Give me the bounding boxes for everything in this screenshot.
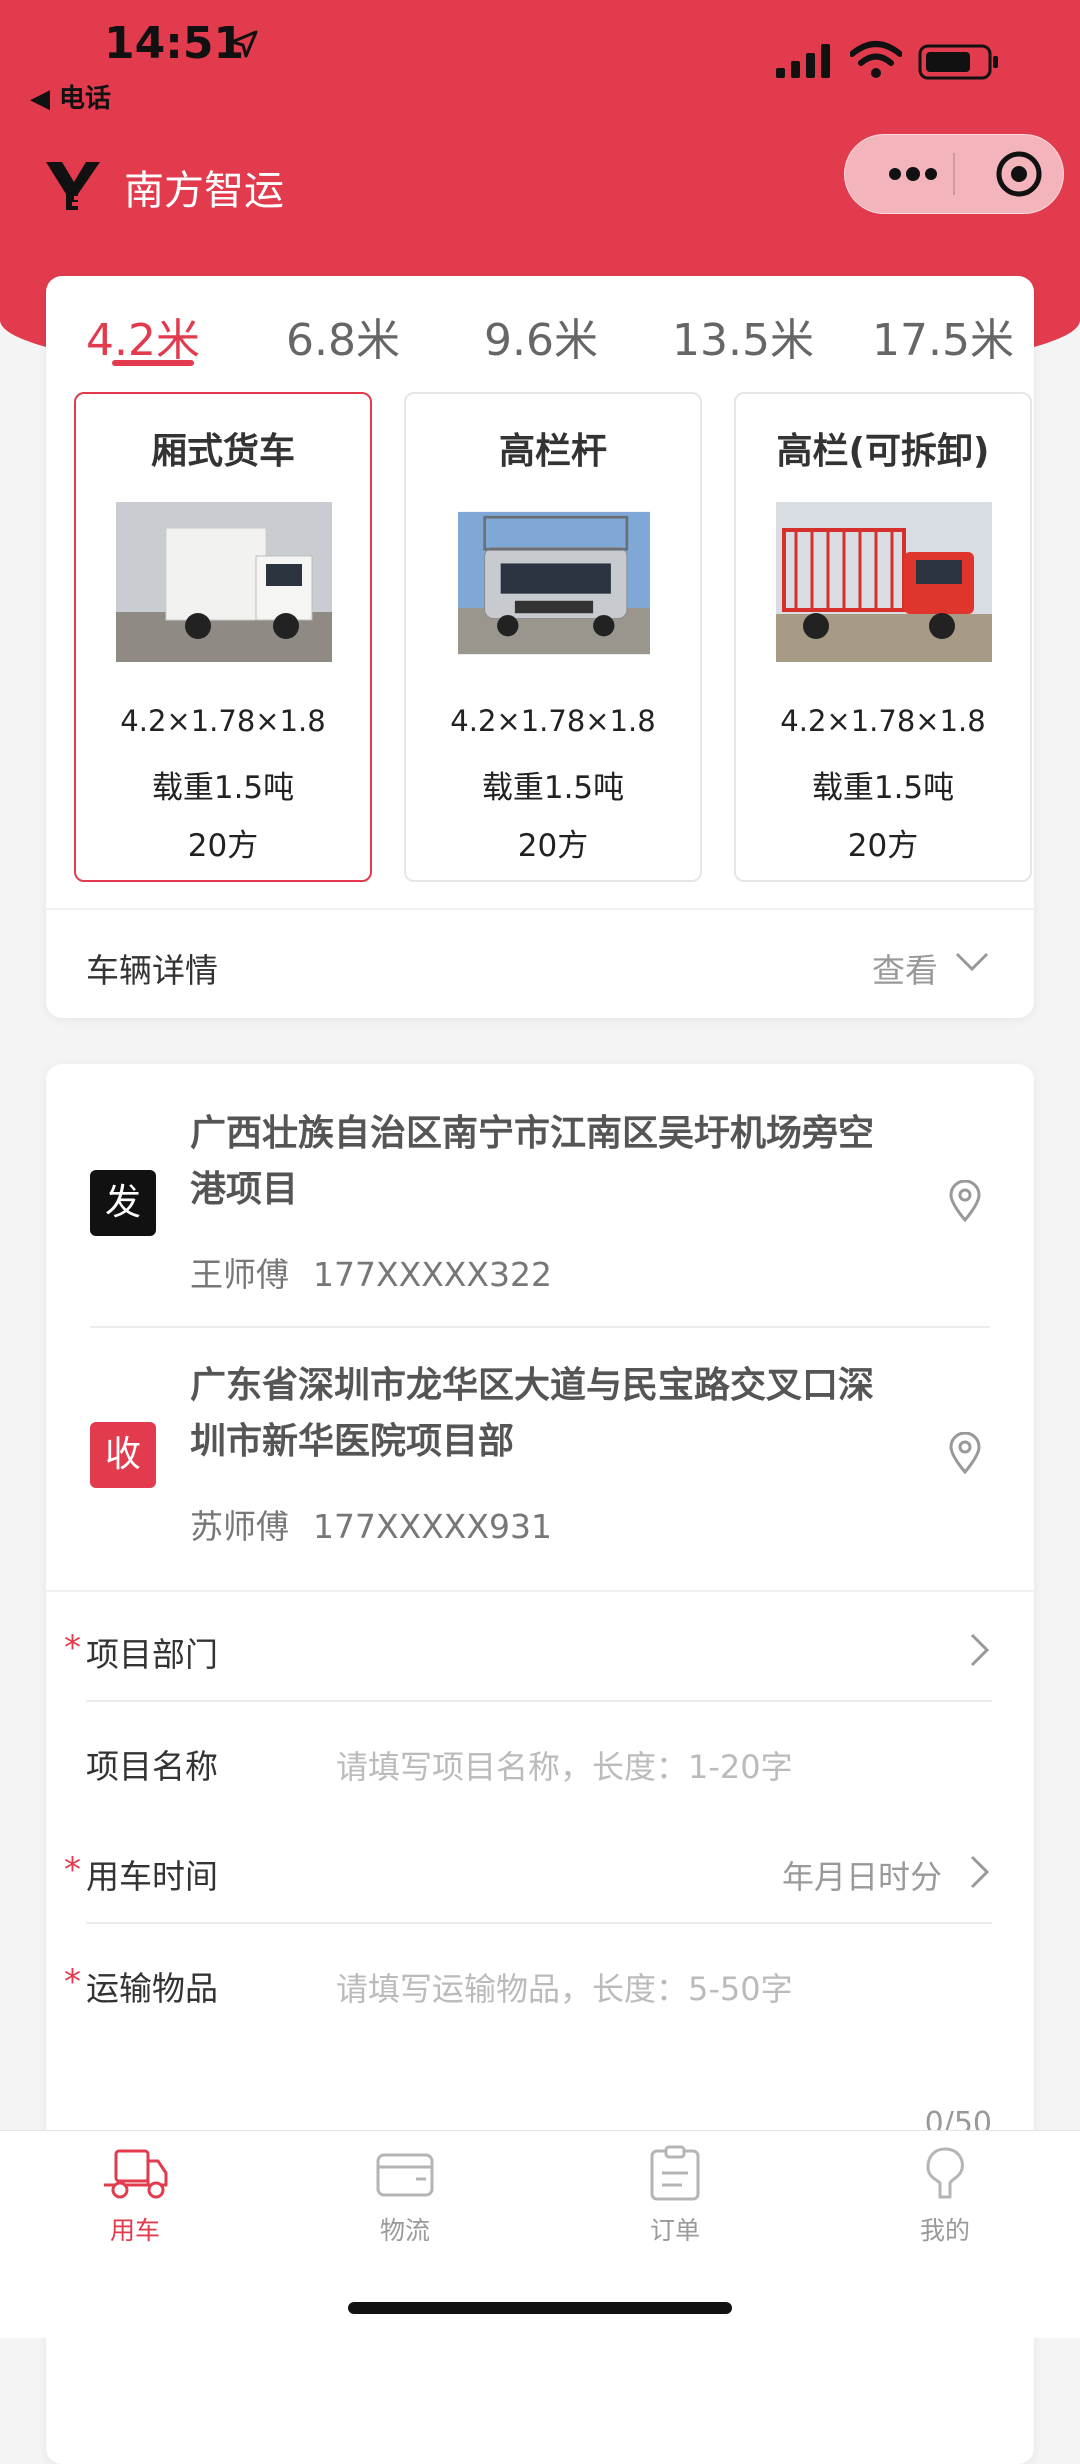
tabbar-label: 物流 bbox=[379, 2216, 430, 2245]
sender-address[interactable]: 广西壮族自治区南宁市江南区吴圩机场旁空港项目 bbox=[190, 1106, 890, 1218]
divider bbox=[86, 1922, 992, 1924]
chevron-right-icon bbox=[970, 1633, 990, 1667]
home-indicator bbox=[348, 2302, 732, 2314]
battery-icon bbox=[918, 44, 998, 80]
truck-load: 载重1.5吨 bbox=[151, 770, 295, 806]
tab-length-1[interactable]: 6.8米 bbox=[286, 304, 400, 368]
chevron-down-icon[interactable] bbox=[954, 950, 990, 974]
sender-badge: 发 bbox=[90, 1170, 156, 1236]
goods-label: 运输物品 bbox=[86, 1969, 218, 2008]
location-pin-icon[interactable] bbox=[948, 1432, 982, 1474]
receiver-phone: 177XXXXX931 bbox=[313, 1507, 553, 1546]
project-name-input[interactable]: 请填写项目名称，长度：1-20字 bbox=[336, 1742, 793, 1788]
truck-volume: 20方 bbox=[847, 828, 919, 864]
tabbar-label: 用车 bbox=[109, 2216, 160, 2245]
box-truck-image bbox=[116, 502, 332, 662]
divider bbox=[46, 1590, 1034, 1592]
back-to-app[interactable]: ◀ 电话 bbox=[30, 78, 111, 115]
status-time: 14:51 bbox=[104, 18, 245, 69]
tabbar-label: 订单 bbox=[649, 2216, 700, 2245]
truck-option-detachable-rail[interactable]: 高栏(可拆卸) 4.2×1.78×1.8 载重1.5吨 20方 bbox=[734, 392, 1032, 882]
truck-name: 高栏杆 bbox=[498, 431, 607, 472]
clipboard-icon bbox=[650, 2145, 700, 2201]
more-options-icon[interactable] bbox=[875, 135, 955, 213]
signal-icon bbox=[776, 44, 830, 78]
use-time-row[interactable]: * 用车时间 年月日时分 bbox=[46, 1816, 1034, 1926]
divider bbox=[46, 908, 1034, 910]
tabbar-label: 我的 bbox=[919, 2216, 970, 2245]
truck-dimensions: 4.2×1.78×1.8 bbox=[450, 704, 656, 738]
tabbar-item-orders[interactable]: 订单 bbox=[540, 2131, 810, 2261]
sender-contact: 王师傅 177XXXXX322 bbox=[190, 1248, 552, 1296]
required-mark: * bbox=[64, 1628, 81, 1668]
vehicle-detail-view-button[interactable]: 查看 bbox=[872, 944, 938, 992]
use-time-value[interactable]: 年月日时分 bbox=[782, 1852, 942, 1898]
chevron-right-icon bbox=[970, 1855, 990, 1889]
vehicle-selection-card: 4.2米 6.8米 9.6米 13.5米 17.5米 厢式货车 4.2×1.78… bbox=[46, 276, 1034, 1018]
truck-volume: 20方 bbox=[187, 828, 259, 864]
divider bbox=[90, 1326, 990, 1328]
project-name-row[interactable]: 项目名称 请填写项目名称，长度：1-20字 bbox=[46, 1706, 1034, 1816]
receiver-name: 苏师傅 bbox=[190, 1507, 289, 1546]
department-label: 项目部门 bbox=[86, 1635, 218, 1674]
detachable-rail-truck-image bbox=[776, 502, 992, 662]
length-tabs: 4.2米 6.8米 9.6米 13.5米 17.5米 bbox=[46, 276, 1034, 380]
vehicle-detail-label: 车辆详情 bbox=[86, 951, 218, 990]
tab-length-4[interactable]: 17.5米 bbox=[872, 304, 1014, 368]
close-mini-program-icon[interactable] bbox=[979, 135, 1059, 213]
truck-option-high-rail[interactable]: 高栏杆 4.2×1.78×1.8 载重1.5吨 20方 bbox=[404, 392, 702, 882]
goods-input[interactable]: 请填写运输物品，长度：5-50字 bbox=[336, 1964, 793, 2010]
use-time-label: 用车时间 bbox=[86, 1857, 218, 1896]
truck-name: 高栏(可拆卸) bbox=[776, 431, 990, 472]
mini-program-capsule bbox=[844, 134, 1064, 214]
location-pin-icon[interactable] bbox=[948, 1180, 982, 1222]
truck-name: 厢式货车 bbox=[150, 431, 295, 472]
receiver-address[interactable]: 广东省深圳市龙华区大道与民宝路交叉口深圳市新华医院项目部 bbox=[190, 1358, 890, 1470]
project-name-label: 项目名称 bbox=[86, 1747, 218, 1786]
truck-load: 载重1.5吨 bbox=[481, 770, 625, 806]
tabbar-item-use-vehicle[interactable]: 用车 bbox=[0, 2131, 270, 2261]
tab-length-0[interactable]: 4.2米 bbox=[86, 304, 200, 368]
truck-dimensions: 4.2×1.78×1.8 bbox=[120, 704, 326, 738]
truck-option-box[interactable]: 厢式货车 4.2×1.78×1.8 载重1.5吨 20方 bbox=[74, 392, 372, 882]
sender-name: 王师傅 bbox=[190, 1255, 289, 1294]
required-mark: * bbox=[64, 1962, 81, 2002]
tab-length-3[interactable]: 13.5米 bbox=[672, 304, 814, 368]
location-arrow-icon bbox=[230, 30, 258, 58]
goods-row[interactable]: * 运输物品 请填写运输物品，长度：5-50字 bbox=[46, 1928, 1034, 2038]
app-title: 南方智运 bbox=[124, 168, 284, 214]
truck-icon bbox=[104, 2149, 168, 2199]
app-logo-icon bbox=[46, 162, 102, 210]
receiver-contact: 苏师傅 177XXXXX931 bbox=[190, 1500, 552, 1548]
wifi-icon bbox=[850, 41, 902, 78]
department-row[interactable]: * 项目部门 bbox=[46, 1594, 1034, 1704]
tabbar-item-logistics[interactable]: 物流 bbox=[270, 2131, 540, 2261]
capsule-divider bbox=[953, 153, 955, 195]
tab-length-2[interactable]: 9.6米 bbox=[484, 304, 598, 368]
sender-phone: 177XXXXX322 bbox=[313, 1255, 553, 1294]
receiver-badge: 收 bbox=[90, 1422, 156, 1488]
tabbar-item-mine[interactable]: 我的 bbox=[810, 2131, 1080, 2261]
high-rail-truck-image bbox=[458, 511, 650, 655]
user-icon bbox=[926, 2147, 964, 2199]
truck-dimensions: 4.2×1.78×1.8 bbox=[780, 704, 986, 738]
active-tab-indicator bbox=[112, 360, 194, 366]
wallet-icon bbox=[376, 2153, 434, 2197]
truck-volume: 20方 bbox=[517, 828, 589, 864]
required-mark: * bbox=[64, 1850, 81, 1890]
truck-load: 载重1.5吨 bbox=[811, 770, 955, 806]
divider bbox=[86, 1700, 992, 1702]
